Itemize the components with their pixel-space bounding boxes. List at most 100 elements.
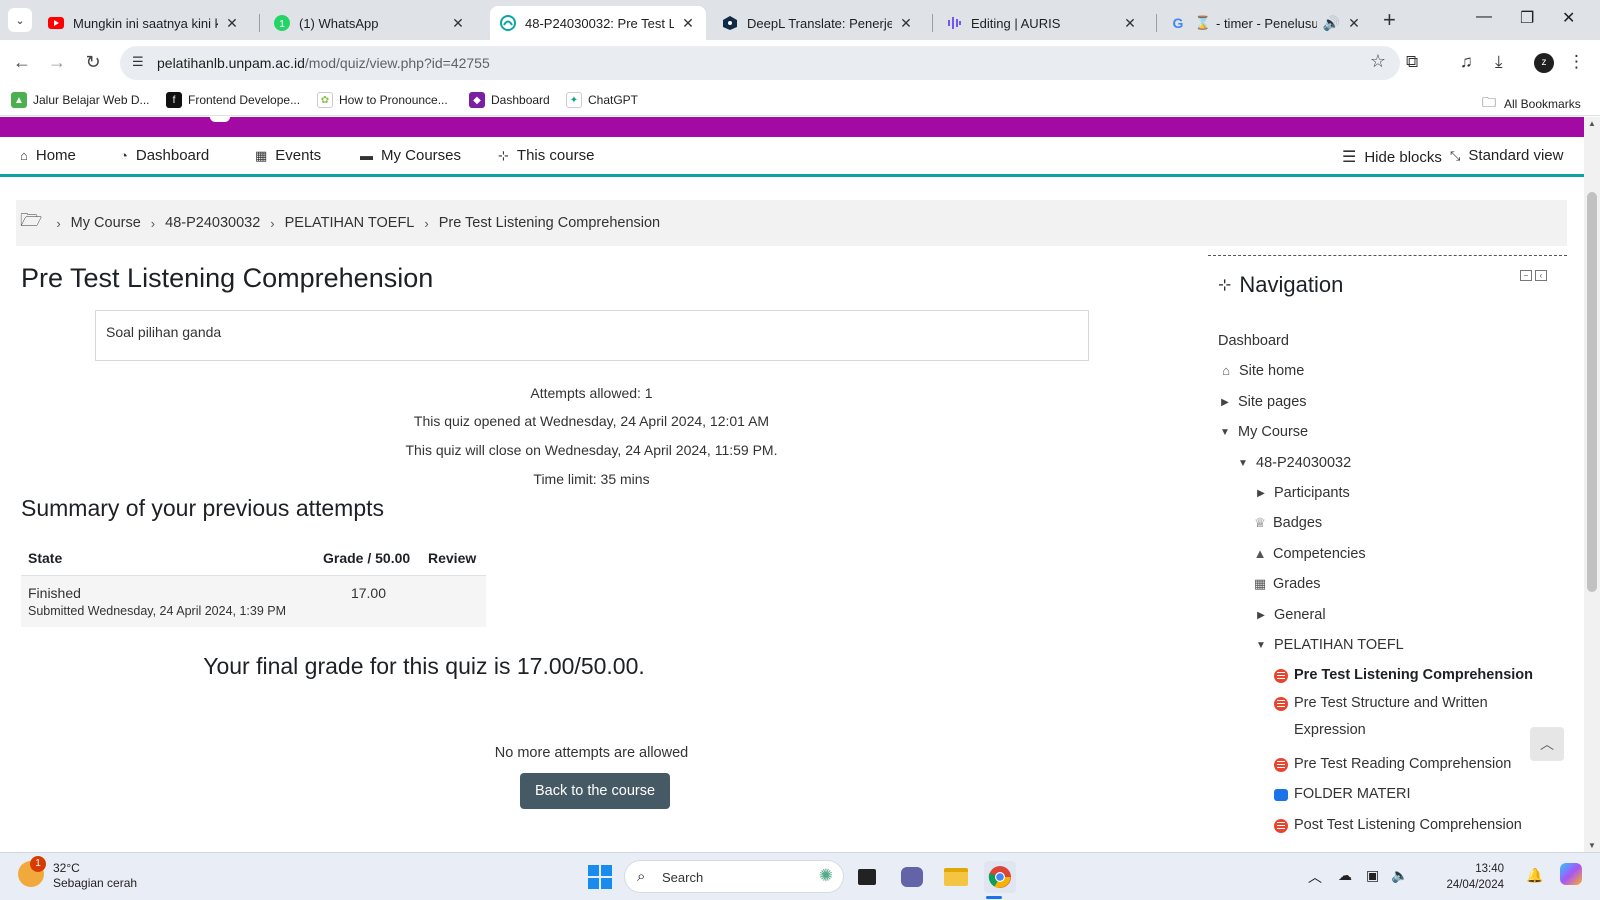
tab-divider (1156, 14, 1157, 32)
minimize-button[interactable]: — (1476, 8, 1492, 26)
weather-desc: Sebagian cerah (53, 876, 138, 890)
scrollbar-thumb[interactable] (1587, 192, 1597, 592)
restore-button[interactable]: ❐ (1520, 8, 1534, 28)
attempts-table: State Grade / 50.00 Review Finished Subm… (21, 542, 486, 627)
col-state: State (21, 542, 316, 576)
system-clock[interactable]: 13:40 24/04/2024 (1446, 861, 1504, 893)
tab-search-button[interactable]: ⌄ (8, 8, 32, 32)
close-icon[interactable]: ✕ (450, 15, 466, 32)
copilot-icon[interactable] (1560, 863, 1582, 885)
tab-auris[interactable]: Editing | AURIS ✕ (936, 6, 1148, 40)
nav-item-pre-test-listening[interactable]: Pre Test Listening Comprehension (1274, 667, 1533, 683)
back-to-course-button[interactable]: Back to the course (520, 773, 670, 809)
extensions-icon[interactable]: ⧉ (1406, 52, 1418, 72)
address-bar[interactable]: ☰ pelatihanlb.unpam.ac.id/mod/quiz/view.… (120, 46, 1400, 80)
start-button[interactable] (584, 861, 616, 893)
scroll-up-arrow-icon[interactable]: ▲ (1584, 119, 1600, 128)
close-icon[interactable]: ✕ (224, 15, 240, 32)
nav-item-badges[interactable]: ♕ Badges (1252, 515, 1322, 531)
nav-item-pre-test-reading[interactable]: Pre Test Reading Comprehension (1274, 756, 1511, 772)
close-icon[interactable]: ✕ (898, 15, 914, 32)
home-icon: ⌂ (1222, 363, 1230, 378)
tab-moodle-quiz[interactable]: 48-P24030032: Pre Test Liste ✕ (490, 6, 706, 40)
notification-bell-icon[interactable]: 🔔 (1526, 867, 1543, 884)
browser-toolbar: ← → ↻ ☰ pelatihanlb.unpam.ac.id/mod/quiz… (0, 40, 1600, 86)
tab-youtube[interactable]: Mungkin ini saatnya kini kita ✕ (38, 6, 250, 40)
breadcrumb-current: Pre Test Listening Comprehension (438, 215, 661, 231)
bookmark-item[interactable]: ◆ Dashboard (469, 92, 550, 108)
standard-view-button[interactable]: ⤡ Standard view (1450, 147, 1563, 164)
nav-item-site-home[interactable]: ⌂ Site home (1218, 363, 1304, 379)
tab-google[interactable]: G ⌛ - timer - Penelusuran 🔊 ✕ (1160, 6, 1372, 40)
nav-item-course-code[interactable]: ▼ 48-P24030032 (1236, 455, 1351, 471)
nav-item-my-course[interactable]: ▼ My Course (1218, 424, 1308, 440)
close-icon[interactable]: ✕ (680, 15, 696, 32)
forward-arrow-icon[interactable]: → (46, 52, 68, 73)
breadcrumb-my-course[interactable]: My Course (71, 215, 141, 231)
nav-item-pelatihan-toefl[interactable]: ▼ PELATIHAN TOEFL (1254, 637, 1404, 653)
speaker-icon[interactable]: 🔊 (1323, 15, 1340, 32)
breadcrumb-section[interactable]: PELATIHAN TOEFL (285, 215, 415, 231)
tab-whatsapp[interactable]: 1 (1) WhatsApp ✕ (264, 6, 476, 40)
attempt-review (421, 575, 486, 627)
nav-item-grades[interactable]: ▦ Grades (1252, 576, 1321, 592)
bookmark-item[interactable]: ✦ ChatGPT (566, 92, 638, 108)
media-control-icon[interactable]: ♫ (1460, 52, 1473, 72)
download-icon[interactable]: ⤓ (1495, 52, 1503, 72)
close-window-button[interactable]: ✕ (1562, 8, 1575, 28)
chevron-up-icon[interactable]: ︿ (1308, 867, 1322, 887)
profile-avatar[interactable]: z (1534, 53, 1554, 73)
caret-right-icon: ▶ (1221, 397, 1229, 408)
bookmark-star-icon[interactable]: ☆ (1370, 51, 1386, 72)
bookmark-item[interactable]: f Frontend Develope... (166, 92, 300, 108)
network-icon[interactable]: ▣ (1366, 867, 1379, 884)
nav-item-participants[interactable]: ▶ Participants (1254, 485, 1350, 501)
reload-icon[interactable]: ↻ (82, 52, 104, 73)
nav-home[interactable]: ⌂ Home (20, 147, 76, 164)
bookmark-icon: ✦ (566, 92, 582, 108)
nav-item-pre-test-structure[interactable]: Pre Test Structure and Written Expressio… (1274, 690, 1534, 744)
dock-block-icon[interactable]: ‹ (1535, 270, 1547, 281)
col-review: Review (421, 542, 486, 576)
close-icon[interactable]: ✕ (1346, 15, 1362, 32)
nav-item-folder-materi[interactable]: FOLDER MATERI (1274, 786, 1411, 802)
nav-my-courses[interactable]: ▬ My Courses (360, 147, 461, 164)
nav-item-dashboard[interactable]: Dashboard (1218, 333, 1289, 349)
volume-icon[interactable]: 🔈 (1391, 867, 1408, 884)
collapse-block-icon[interactable]: − (1520, 270, 1532, 281)
site-settings-icon[interactable]: ☰ (132, 54, 150, 72)
hide-blocks-button[interactable]: ☰ Hide blocks (1342, 147, 1442, 167)
close-icon[interactable]: ✕ (1122, 15, 1138, 32)
nav-events[interactable]: ▦ Events (255, 147, 321, 164)
caret-down-icon: ▼ (1220, 427, 1230, 438)
back-to-top-button[interactable]: ︿ (1530, 727, 1564, 761)
task-view-button[interactable] (851, 861, 883, 893)
chrome-app[interactable] (984, 861, 1016, 893)
all-bookmarks[interactable]: 🗀 All Bookmarks (1482, 92, 1581, 116)
new-tab-button[interactable]: + (1383, 8, 1396, 32)
back-arrow-icon[interactable]: ← (11, 52, 33, 73)
bookmarks-bar: ▲ Jalur Belajar Web D... f Frontend Develo… (0, 86, 1600, 116)
scroll-down-arrow-icon[interactable]: ▼ (1584, 841, 1600, 850)
competencies-icon: ▲ (1253, 546, 1267, 561)
onedrive-icon[interactable]: ☁ (1338, 867, 1352, 884)
bookmark-item[interactable]: ✿ How to Pronounce... (317, 92, 448, 108)
bookmark-item[interactable]: ▲ Jalur Belajar Web D... (11, 92, 150, 108)
nav-this-course[interactable]: ⊹ This course (498, 147, 594, 164)
nav-item-label: 48-P24030032 (1256, 455, 1352, 471)
file-explorer-app[interactable] (940, 861, 972, 893)
nav-item-competencies[interactable]: ▲ Competencies (1252, 546, 1366, 562)
nav-item-site-pages[interactable]: ▶ Site pages (1218, 394, 1306, 410)
weather-widget[interactable]: 1 32°C Sebagian cerah (18, 856, 138, 891)
menu-kebab-icon[interactable]: ⋮ (1568, 52, 1585, 72)
attempt-submitted: Submitted Wednesday, 24 April 2024, 1:39… (28, 603, 287, 618)
col-grade: Grade / 50.00 (316, 542, 421, 576)
meet-app[interactable] (896, 861, 928, 893)
nav-dashboard[interactable]: ◔ Dashboard (120, 147, 209, 164)
page-scrollbar[interactable]: ▲ ▼ (1584, 117, 1600, 852)
nav-item-general[interactable]: ▶ General (1254, 607, 1325, 623)
taskbar-search[interactable]: ⌕ Search ✺ (624, 860, 844, 893)
breadcrumb-course-code[interactable]: 48-P24030032 (165, 215, 260, 231)
nav-item-post-test-listening[interactable]: Post Test Listening Comprehension (1274, 817, 1522, 833)
tab-deepl[interactable]: DeepL Translate: Penerjemah ✕ (712, 6, 924, 40)
